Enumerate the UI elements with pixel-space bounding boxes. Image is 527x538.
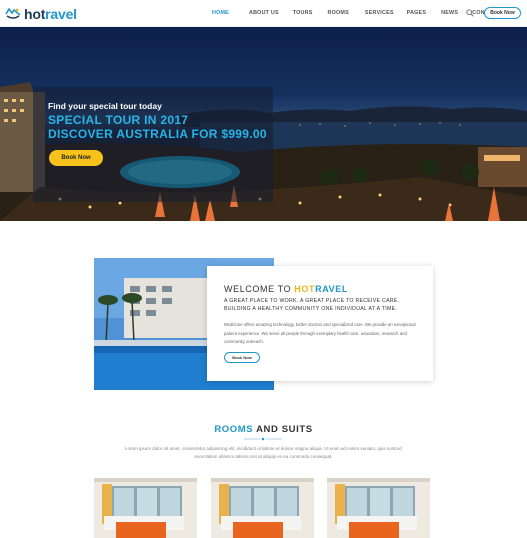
room-image xyxy=(94,478,197,538)
room-image xyxy=(327,478,430,538)
nav-item-about-us[interactable]: ABOUT US xyxy=(249,10,279,16)
room-card[interactable] xyxy=(94,478,197,538)
nav-item-pages[interactable]: PAGES xyxy=(407,10,426,16)
nav-item-services[interactable]: SERVICES xyxy=(365,10,394,16)
logo-text: hotravel xyxy=(24,6,77,22)
rooms-divider xyxy=(244,437,282,441)
room-card[interactable] xyxy=(327,478,430,538)
welcome-card: WELCOME TO HOTRAVEL A GREAT PLACE TO WOR… xyxy=(207,266,433,381)
welcome-book-now-button[interactable]: Book Now xyxy=(224,352,260,363)
logo[interactable]: hotravel xyxy=(5,6,77,22)
nav-item-home[interactable]: HOME xyxy=(212,10,229,16)
hero-title-line-1: SPECIAL TOUR IN 2017 xyxy=(48,113,189,127)
main-nav: HOME ABOUT US TOURS ROOMS SERVICES PAGES… xyxy=(212,10,500,16)
rooms-section-title: ROOMS AND SUITS xyxy=(214,424,313,435)
header-book-now-button[interactable]: Book Now xyxy=(484,7,521,19)
hero-book-now-button[interactable]: Book Now xyxy=(49,150,103,166)
nav-item-tours[interactable]: TOURS xyxy=(293,10,313,16)
room-card[interactable] xyxy=(211,478,314,538)
hero-subtitle: Find your special tour today xyxy=(48,101,162,111)
hero-title-line-2: DISCOVER AUSTRALIA FOR $999.00 xyxy=(48,127,267,141)
welcome-lead-text: A GREAT PLACE TO WORK. A GREAT PLACE TO … xyxy=(224,298,400,312)
site-header: hotravel HOME ABOUT US TOURS ROOMS SERVI… xyxy=(0,0,527,27)
rooms-description: Lorem ipsum dolor sit amet, consectetur … xyxy=(125,446,402,459)
welcome-brand: HOTRAVEL xyxy=(294,284,348,294)
nav-item-news[interactable]: NEWS xyxy=(441,10,458,16)
logo-icon xyxy=(5,7,21,19)
welcome-title: WELCOME TO HOTRAVEL xyxy=(224,284,348,294)
search-icon[interactable] xyxy=(466,9,474,17)
welcome-body-text: MediCare offers amazing technology, bett… xyxy=(224,322,416,344)
nav-item-rooms[interactable]: ROOMS xyxy=(328,10,349,16)
room-image xyxy=(211,478,314,538)
